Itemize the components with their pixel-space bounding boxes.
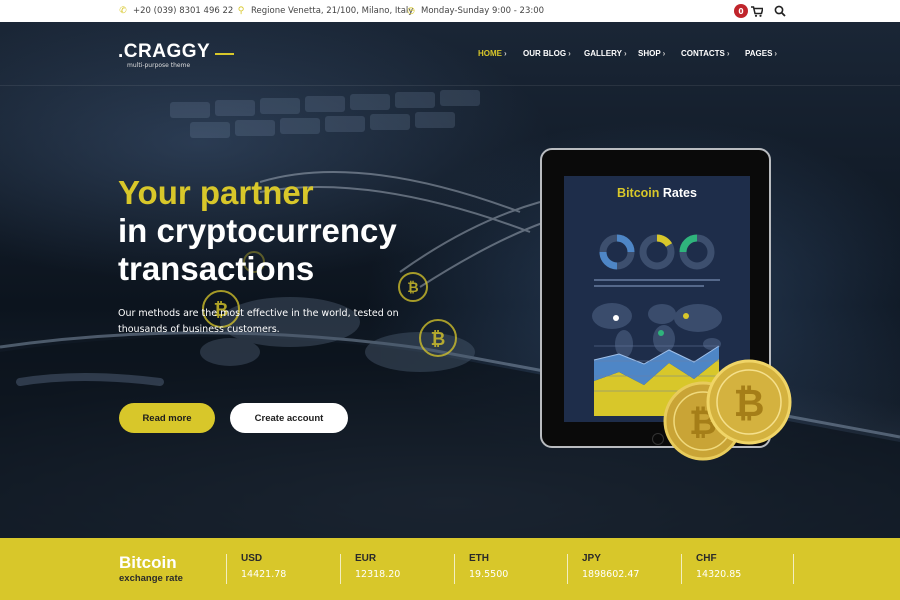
nav-our-blog[interactable]: OUR BLOG ›: [523, 49, 571, 58]
hours-text: Monday-Sunday 9:00 - 23:00: [421, 6, 545, 16]
create-account-button[interactable]: Create account: [230, 403, 348, 433]
bitcoin-coins-graphic: ₿ ₿: [663, 359, 792, 461]
svg-text:₿: ₿: [407, 280, 418, 296]
nav-home-label: HOME: [478, 49, 502, 58]
phone-text: +20 (039) 8301 496 22: [133, 6, 234, 16]
site-tagline: multi-purpose theme: [127, 62, 191, 69]
header-divider: [0, 85, 900, 86]
hero-title-line3: transactions: [118, 250, 315, 287]
nav-gallery[interactable]: GALLERY ›: [584, 49, 627, 58]
rate-divider: [567, 554, 568, 584]
rate-code: ETH: [469, 553, 489, 564]
rate-value: 14320.85: [696, 569, 742, 580]
nav-gallery-label: GALLERY: [584, 49, 622, 58]
chevron-right-icon: ›: [504, 49, 507, 58]
rates-subtitle: exchange rate: [119, 573, 183, 584]
rate-value: 12318.20: [355, 569, 401, 580]
chevron-right-icon: ›: [726, 49, 730, 58]
rate-divider: [793, 554, 794, 584]
map-pin-icon: ⚲: [237, 6, 245, 16]
address-text: Regione Venetta, 21/100, Milano, Italy: [251, 6, 414, 16]
nav-pages[interactable]: PAGES ›: [745, 49, 777, 58]
rate-code: EUR: [355, 553, 377, 564]
rate-code: USD: [241, 553, 263, 564]
nav-contacts[interactable]: CONTACTS ›: [681, 49, 730, 58]
rate-divider: [340, 554, 341, 584]
nav-pages-label: PAGES: [745, 49, 773, 58]
rate-value: 1898602.47: [582, 569, 640, 580]
hero-title-line2: in cryptocurrency: [118, 212, 397, 249]
exchange-rates-bar: Bitcoin exchange rate USD 14421.78 EUR 1…: [0, 538, 900, 600]
phone-info[interactable]: ✆ +20 (039) 8301 496 22: [118, 0, 233, 22]
cart-count-badge[interactable]: 0: [734, 4, 748, 18]
phone-icon: ✆: [119, 6, 127, 16]
rate-divider: [454, 554, 455, 584]
top-bar: ✆ +20 (039) 8301 496 22 ⚲ Regione Venett…: [0, 0, 900, 22]
chevron-right-icon: ›: [568, 49, 571, 58]
read-more-button[interactable]: Read more: [119, 403, 215, 433]
chevron-right-icon: ›: [662, 49, 666, 58]
chevron-right-icon: ›: [623, 49, 627, 58]
clock-icon: ◷: [407, 6, 415, 16]
site-logo[interactable]: .CRAGGY: [118, 41, 210, 63]
hero-title-line1: Your partner: [118, 174, 314, 211]
search-icon[interactable]: [774, 4, 786, 18]
cart-icon[interactable]: [751, 4, 763, 18]
rate-divider: [226, 554, 227, 584]
hero-subtitle: Our methods are the most effective in th…: [118, 308, 399, 335]
rates-title: Bitcoin: [119, 553, 177, 572]
nav-our-blog-label: OUR BLOG: [523, 49, 567, 58]
hours-info: ◷ Monday-Sunday 9:00 - 23:00: [406, 0, 544, 22]
rate-code: JPY: [582, 553, 601, 564]
logo-accent-line: [215, 53, 234, 55]
nav-contacts-label: CONTACTS: [681, 49, 725, 58]
rate-code: CHF: [696, 553, 717, 564]
nav-shop[interactable]: SHOP ›: [638, 49, 665, 58]
chevron-right-icon: ›: [774, 49, 778, 58]
rate-value: 19.5500: [469, 569, 509, 580]
address-info: ⚲ Regione Venetta, 21/100, Milano, Italy: [236, 0, 414, 22]
nav-home[interactable]: HOME ›: [478, 49, 507, 58]
hero-section: ₿ ₿ ₿ .CRAGGY multi-purpose theme HOME › …: [0, 22, 900, 538]
rate-divider: [681, 554, 682, 584]
rate-value: 14421.78: [241, 569, 287, 580]
svg-text:₿: ₿: [734, 381, 765, 425]
nav-shop-label: SHOP: [638, 49, 661, 58]
